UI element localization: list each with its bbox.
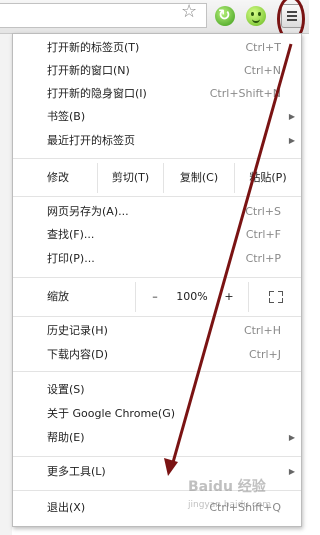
chrome-dropdown-menu: 打开新的标签页(T) Ctrl+T 打开新的窗口(N) Ctrl+N 打开新的隐… bbox=[12, 33, 302, 527]
watermark-title: Baidu 经验 bbox=[188, 479, 266, 495]
zoom-label: 缩放 bbox=[47, 290, 69, 303]
menu-item-label: 退出(X) bbox=[47, 501, 86, 514]
menu-item-label: 书签(B) bbox=[47, 110, 86, 123]
watermark-url: jingyan.baidu.com bbox=[188, 500, 272, 510]
menu-item-find[interactable]: 查找(F)... Ctrl+F bbox=[13, 224, 301, 246]
zoom-in-button[interactable]: + bbox=[210, 282, 248, 312]
menu-item-label: 网页另存为(A)... bbox=[47, 205, 129, 218]
menu-item-label: 打开新的标签页(T) bbox=[47, 41, 140, 54]
smiley-extension-icon[interactable] bbox=[246, 6, 266, 26]
baidu-watermark: Baidu 经验 jingyan.baidu.com bbox=[188, 478, 298, 518]
menu-item-shortcut: Ctrl+N bbox=[243, 64, 281, 77]
menu-item-new-tab[interactable]: 打开新的标签页(T) Ctrl+T bbox=[13, 37, 301, 59]
page-background bbox=[0, 34, 12, 535]
menu-item-label: 打印(P)... bbox=[47, 252, 95, 265]
menu-item-save-as[interactable]: 网页另存为(A)... Ctrl+S bbox=[13, 201, 301, 223]
menu-item-label: 打开新的隐身窗口(I) bbox=[47, 87, 147, 100]
zoom-row: 缩放 – 100% + bbox=[13, 282, 301, 312]
menu-item-settings[interactable]: 设置(S) bbox=[13, 379, 301, 401]
submenu-arrow-icon: ▶ bbox=[288, 112, 295, 121]
cut-button[interactable]: 剪切(T) bbox=[98, 163, 163, 193]
paste-button[interactable]: 粘贴(P) bbox=[235, 163, 301, 193]
divider bbox=[248, 282, 249, 312]
menu-item-label: 帮助(E) bbox=[47, 431, 85, 444]
submenu-arrow-icon: ▶ bbox=[288, 433, 295, 442]
menu-item-label: 更多工具(L) bbox=[47, 465, 106, 478]
menu-separator bbox=[13, 158, 301, 159]
edit-row-label: 修改 bbox=[47, 171, 69, 184]
menu-item-new-window[interactable]: 打开新的窗口(N) Ctrl+N bbox=[13, 60, 301, 82]
menu-separator bbox=[13, 371, 301, 372]
menu-item-history[interactable]: 历史记录(H) Ctrl+H bbox=[13, 320, 301, 342]
menu-separator bbox=[13, 277, 301, 278]
menu-item-shortcut: Ctrl+H bbox=[243, 324, 281, 337]
menu-item-help[interactable]: 帮助(E) ▶ bbox=[13, 427, 301, 449]
menu-item-label: 最近打开的标签页 bbox=[47, 134, 135, 147]
menu-item-downloads[interactable]: 下载内容(D) Ctrl+J bbox=[13, 344, 301, 366]
menu-item-label: 打开新的窗口(N) bbox=[47, 64, 130, 77]
bookmark-star-icon[interactable]: ☆ bbox=[181, 2, 197, 22]
menu-item-print[interactable]: 打印(P)... Ctrl+P bbox=[13, 248, 301, 270]
menu-item-label: 关于 Google Chrome(G) bbox=[47, 407, 176, 420]
address-bar[interactable] bbox=[0, 3, 207, 28]
refresh-extension-icon[interactable] bbox=[215, 6, 235, 26]
menu-item-about[interactable]: 关于 Google Chrome(G) bbox=[13, 403, 301, 425]
menu-item-shortcut: Ctrl+J bbox=[248, 348, 281, 361]
menu-separator bbox=[13, 456, 301, 457]
menu-item-shortcut: Ctrl+P bbox=[245, 252, 281, 265]
menu-item-shortcut: Ctrl+Shift+N bbox=[209, 87, 281, 100]
menu-item-bookmarks[interactable]: 书签(B) ▶ bbox=[13, 106, 301, 128]
menu-item-recent-tabs[interactable]: 最近打开的标签页 ▶ bbox=[13, 130, 301, 152]
menu-item-label: 查找(F)... bbox=[47, 228, 95, 241]
menu-item-label: 下载内容(D) bbox=[47, 348, 109, 361]
zoom-level: 100% bbox=[176, 290, 208, 303]
menu-item-shortcut: Ctrl+T bbox=[245, 41, 281, 54]
submenu-arrow-icon: ▶ bbox=[288, 136, 295, 145]
menu-item-new-incognito[interactable]: 打开新的隐身窗口(I) Ctrl+Shift+N bbox=[13, 83, 301, 105]
menu-item-label: 设置(S) bbox=[47, 383, 85, 396]
edit-row: 修改 剪切(T) 复制(C) 粘贴(P) bbox=[13, 163, 301, 193]
menu-separator bbox=[13, 196, 301, 197]
menu-separator bbox=[13, 316, 301, 317]
menu-item-shortcut: Ctrl+F bbox=[245, 228, 281, 241]
browser-toolbar: ☆ bbox=[0, 0, 309, 42]
menu-item-label: 历史记录(H) bbox=[47, 324, 108, 337]
copy-button[interactable]: 复制(C) bbox=[164, 163, 234, 193]
zoom-out-button[interactable]: – bbox=[136, 282, 174, 312]
fullscreen-icon[interactable] bbox=[269, 291, 283, 303]
menu-item-shortcut: Ctrl+S bbox=[245, 205, 281, 218]
